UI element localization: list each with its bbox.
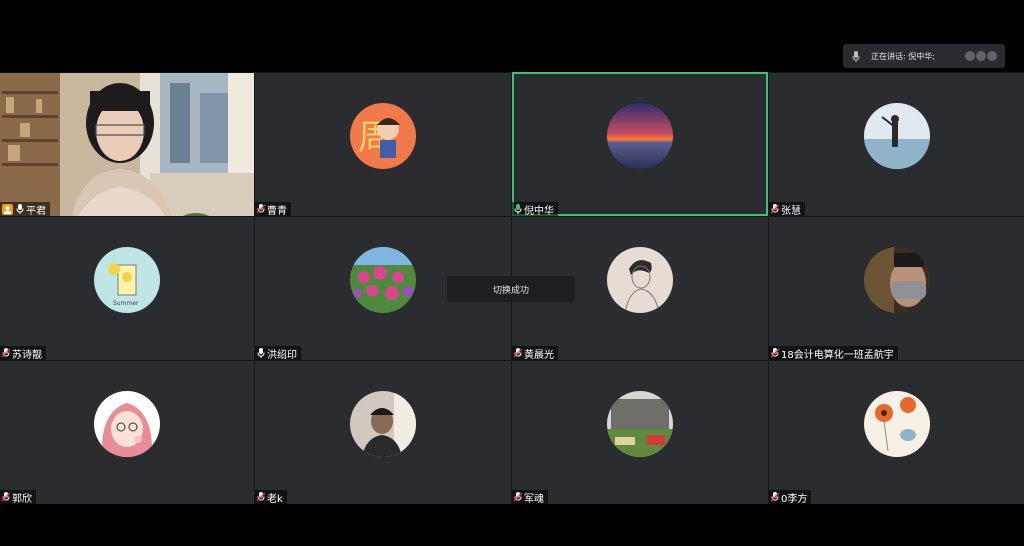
sunset-avatar [607,102,673,169]
microphone-icon [16,204,24,214]
participant-name: 平君 [26,205,46,217]
participant-name-tag: 军魂 [512,490,548,504]
video-feed [0,73,254,216]
participant-name: 老k [267,493,283,505]
participant-tile[interactable]: 张慧 [769,72,1024,216]
muted-microphone-icon [771,492,779,502]
participant-tile[interactable]: 郭欣 [0,360,254,504]
muted-microphone-icon [514,348,522,358]
participant-name: 郭欣 [12,493,32,505]
participant-tile[interactable]: 平君 [0,72,254,216]
active-speaker-indicator: 正在讲话: 倪中华; [843,44,1005,68]
microphone-icon [257,348,265,358]
muted-microphone-icon [771,204,779,214]
participant-name-tag: 曹青 [255,202,291,216]
building-photo-avatar [607,390,673,457]
speaker-avatars [965,51,997,61]
cartoon-boy-avatar: 周 [350,102,416,169]
participant-name: 军魂 [524,493,544,505]
muted-microphone-icon [771,348,779,358]
participant-name: 倪中华 [524,205,554,217]
participant-tile[interactable]: 18会计电算化一班孟航宇 [769,216,1024,360]
microphone-icon [851,50,861,62]
participant-name-tag: 老k [255,490,287,504]
cartoon-girl-avatar [94,390,160,457]
participant-tile[interactable]: 军魂 [512,360,768,504]
participant-tile[interactable]: 周 曹青 [255,72,511,216]
participant-name-tag: 18会计电算化一班孟航宇 [769,346,898,360]
muted-microphone-icon [2,348,10,358]
lemonade-summer-avatar: Summer [94,246,160,313]
host-icon [2,203,13,215]
participant-name: 18会计电算化一班孟航宇 [781,349,894,361]
flower-garden-avatar [350,246,416,313]
svg-text:Summer: Summer [113,300,139,307]
woman-seaside-avatar [864,102,930,169]
man-photo-avatar [350,390,416,457]
muted-microphone-icon [514,492,522,502]
participant-name-tag: 苏诗靓 [0,346,46,360]
microphone-icon [514,204,522,214]
sketch-man-avatar [607,246,673,313]
participant-name: 张慧 [781,205,801,217]
muted-microphone-icon [257,204,265,214]
participant-tile[interactable]: 0李方 [769,360,1024,504]
active-speaker-label: 正在讲话: 倪中华; [871,51,935,61]
participant-name-tag: 黄晨光 [512,346,558,360]
participant-tile[interactable]: 老k [255,360,511,504]
participant-name-tag: 郭欣 [0,490,36,504]
participant-name-tag: 0李方 [769,490,812,505]
masked-face-avatar [864,246,930,313]
flower-bird-avatar [864,390,930,457]
muted-microphone-icon [2,492,10,502]
participant-name: 0李方 [781,493,808,505]
participant-name-tag: 平君 [0,202,50,216]
participant-name-tag: 张慧 [769,202,805,216]
participant-name: 苏诗靓 [12,349,42,361]
muted-microphone-icon [257,492,265,502]
participant-name: 黄晨光 [524,349,554,361]
participant-name: 曹青 [267,205,287,217]
participant-name-tag: 洪绍印 [255,346,301,360]
participant-tile[interactable]: Summer 苏诗靓 [0,216,254,360]
participant-tile-active[interactable]: 倪中华 [512,72,768,216]
participant-name: 洪绍印 [267,349,297,361]
toast-message: 切换成功 [447,276,575,302]
participant-name-tag: 倪中华 [512,202,558,216]
